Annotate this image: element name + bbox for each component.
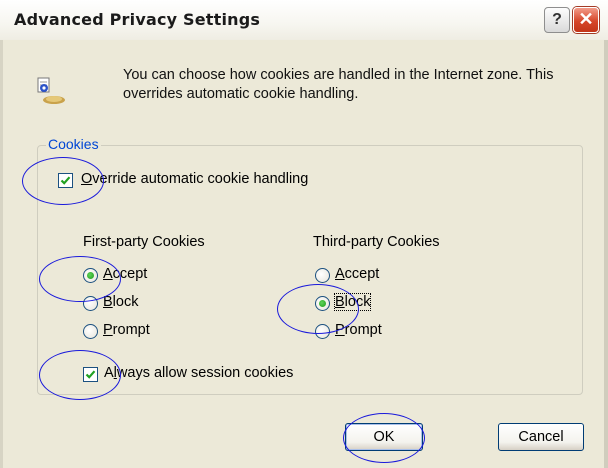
session-cookies-checkbox[interactable]: [83, 367, 98, 382]
third-party-block-radio[interactable]: [315, 296, 330, 311]
intro-text: You can choose how cookies are handled i…: [123, 67, 554, 102]
dialog-window: Advanced Privacy Settings ? ✕ You can ch…: [0, 0, 608, 468]
cancel-button[interactable]: Cancel: [498, 423, 584, 451]
mnemonic: A: [335, 266, 345, 282]
third-party-header: Third-party Cookies: [313, 234, 440, 250]
label-text: rompt: [112, 322, 150, 338]
first-party-prompt-label[interactable]: Prompt: [103, 322, 150, 338]
help-button[interactable]: ?: [544, 7, 570, 33]
window-frame-left: [0, 40, 3, 468]
third-party-prompt-radio[interactable]: [315, 324, 330, 339]
first-party-header: First-party Cookies: [83, 234, 205, 250]
third-party-accept-label[interactable]: Accept: [335, 266, 379, 282]
mnemonic: P: [335, 322, 345, 338]
override-checkbox[interactable]: [58, 173, 73, 188]
window-frame-right: [604, 40, 608, 468]
mnemonic: A: [103, 266, 113, 282]
override-label[interactable]: Override automatic cookie handling: [81, 171, 308, 187]
override-text: verride automatic cookie handling: [92, 171, 309, 187]
close-button[interactable]: ✕: [573, 7, 599, 33]
radio-selected-dot: [319, 300, 326, 307]
ok-button[interactable]: OK: [345, 423, 423, 451]
first-party-accept-label[interactable]: Accept: [103, 266, 147, 282]
first-party-prompt-radio[interactable]: [83, 324, 98, 339]
session-cookies-label[interactable]: Always allow session cookies: [104, 365, 293, 381]
first-party-accept-radio[interactable]: [83, 268, 98, 283]
third-party-accept-radio[interactable]: [315, 268, 330, 283]
first-party-block-radio[interactable]: [83, 296, 98, 311]
label-text: ways allow session cookies: [116, 365, 294, 381]
mnemonic: B: [335, 294, 345, 310]
mnemonic: P: [103, 322, 113, 338]
label-prefix: A: [104, 365, 114, 381]
mnemonic: B: [103, 294, 113, 310]
override-mnemonic: O: [81, 171, 93, 187]
radio-selected-dot: [87, 272, 94, 279]
label-text: ccept: [112, 266, 148, 282]
label-text: ccept: [344, 266, 380, 282]
checkmark-icon: [60, 176, 71, 185]
checkmark-icon: [85, 370, 96, 379]
third-party-block-label[interactable]: Block: [333, 293, 372, 311]
cookies-legend: Cookies: [46, 136, 101, 152]
label-text: rompt: [344, 322, 382, 338]
privacy-eye-icon: [34, 76, 66, 106]
third-party-prompt-label[interactable]: Prompt: [335, 322, 382, 338]
label-text: lock: [344, 294, 371, 310]
label-text: lock: [112, 294, 139, 310]
first-party-block-label[interactable]: Block: [103, 294, 138, 310]
window-title: Advanced Privacy Settings: [14, 10, 261, 29]
title-bar[interactable]: Advanced Privacy Settings ? ✕: [0, 0, 608, 40]
